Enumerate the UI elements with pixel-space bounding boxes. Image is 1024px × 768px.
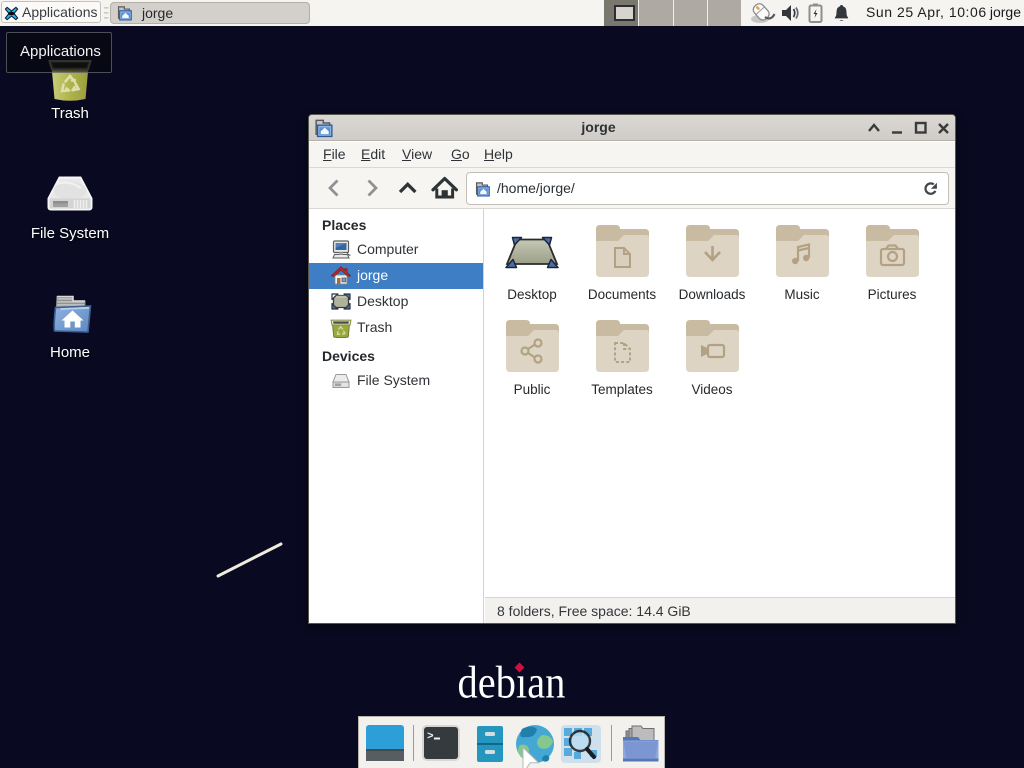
svg-text:>: >: [427, 731, 434, 743]
